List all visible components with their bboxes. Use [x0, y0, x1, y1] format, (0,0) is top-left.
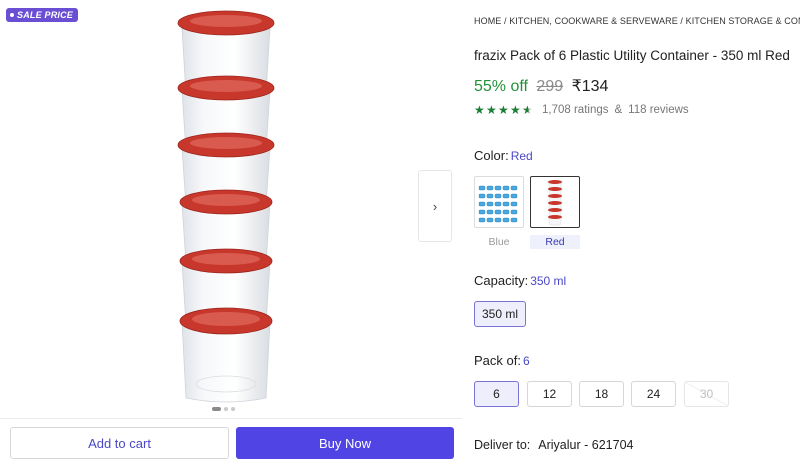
- delivery-row[interactable]: Deliver to: Ariyalur - 621704: [474, 438, 633, 452]
- color-option-label[interactable]: Blue: [474, 236, 524, 248]
- breadcrumb[interactable]: HOME / KITCHEN, COOKWARE & SERVEWARE / K…: [474, 16, 800, 26]
- rating-row[interactable]: ★ ★ ★ ★ ★ 1,708 ratings & 118 reviews: [474, 104, 689, 116]
- pack-label-row: Pack of: 6: [474, 353, 530, 368]
- delivery-location: Ariyalur - 621704: [538, 438, 634, 452]
- color-label: Color:: [474, 148, 509, 163]
- rating-stars: ★ ★ ★ ★ ★: [474, 104, 534, 116]
- add-to-cart-button[interactable]: Add to cart: [10, 427, 229, 459]
- star-icon: ★: [486, 103, 497, 117]
- color-swatch-blue[interactable]: [474, 176, 524, 228]
- pack-option-24[interactable]: 24: [631, 381, 676, 407]
- image-pager-dots: [212, 407, 235, 411]
- selling-price: ₹134: [571, 78, 609, 95]
- pack-selected-value: 6: [522, 354, 530, 368]
- half-star-icon: ★: [522, 103, 533, 117]
- pack-option-18[interactable]: 18: [579, 381, 624, 407]
- action-bar: Add to cart Buy Now: [0, 418, 462, 463]
- discount-percent: 55% off: [474, 78, 528, 95]
- capacity-label-row: Capacity: 350 ml: [474, 273, 566, 288]
- pack-option-6[interactable]: 6: [474, 381, 519, 407]
- star-icon: ★: [498, 103, 509, 117]
- next-image-button[interactable]: ›: [418, 170, 452, 242]
- pack-option-30: 30: [684, 381, 729, 407]
- capacity-option-350ml[interactable]: 350 ml: [474, 301, 526, 327]
- pack-option-12[interactable]: 12: [527, 381, 572, 407]
- chevron-right-icon: ›: [432, 198, 438, 214]
- product-title: frazix Pack of 6 Plastic Utility Contain…: [474, 48, 790, 63]
- reviews-separator: &: [614, 104, 623, 116]
- color-option-label[interactable]: Red: [530, 235, 580, 249]
- red-container-thumbnail: [548, 180, 562, 226]
- price-row: 55% off 299 ₹134: [474, 76, 608, 96]
- pager-dot[interactable]: [231, 407, 235, 411]
- original-price: 299: [536, 78, 564, 95]
- pager-dot[interactable]: [224, 407, 228, 411]
- capacity-selected-value: 350 ml: [530, 274, 567, 288]
- blue-container-thumbnail: [478, 185, 518, 223]
- pager-dot[interactable]: [212, 407, 221, 411]
- star-icon: ★: [474, 103, 485, 117]
- star-icon: ★: [510, 103, 521, 117]
- capacity-label: Capacity:: [474, 273, 529, 288]
- sale-price-badge: SALE PRICE: [6, 8, 79, 22]
- product-details: HOME / KITCHEN, COOKWARE & SERVEWARE / K…: [474, 0, 800, 463]
- product-image[interactable]: [170, 6, 282, 411]
- color-swatch-red[interactable]: [530, 176, 580, 228]
- buy-now-button[interactable]: Buy Now: [236, 427, 454, 459]
- product-gallery: SALE PRICE ›: [0, 0, 462, 417]
- ratings-count: 1,708 ratings: [542, 104, 609, 116]
- sale-badge-label: SALE PRICE: [17, 10, 74, 20]
- color-selected-value: Red: [510, 149, 533, 163]
- pack-label: Pack of:: [474, 353, 521, 368]
- badge-dot-icon: [10, 12, 14, 17]
- deliver-to-label: Deliver to:: [474, 438, 531, 452]
- color-label-row: Color: Red: [474, 148, 533, 163]
- reviews-count: 118 reviews: [628, 104, 689, 116]
